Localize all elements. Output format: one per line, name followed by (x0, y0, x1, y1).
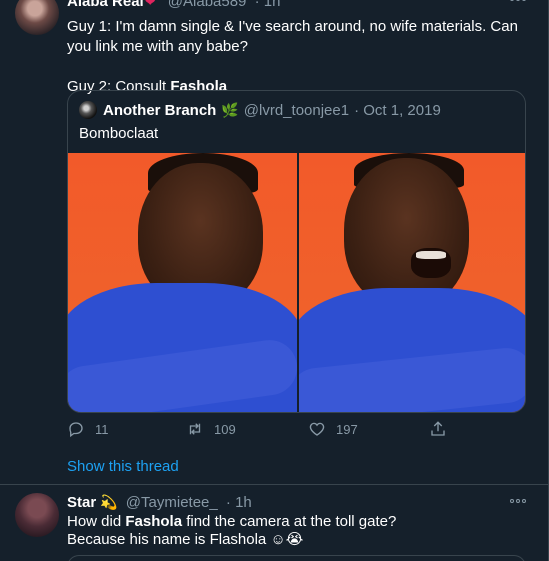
quoted-tweet-header: Another Branch 🌿 @lvrd_toonjee1 · Oct 1,… (79, 100, 441, 120)
quoted-author-handle: @lvrd_toonjee1 (243, 101, 350, 119)
quoted-date: · Oct 1, 2019 (354, 101, 441, 119)
reply-count: 11 (95, 421, 109, 437)
tweet[interactable]: Alaba Real❤ @Alaba589 · 1h Guy 1: I'm da… (0, 0, 548, 485)
author-handle[interactable]: @Alaba589 (168, 0, 247, 10)
quoted-author-name: Another Branch (103, 101, 217, 119)
media-image-left[interactable] (68, 153, 297, 412)
tweet-text-line: How did Fashola find the camera at the t… (67, 513, 527, 531)
tweet-actions: 11 109 197 (67, 420, 467, 440)
media-image-right[interactable] (298, 153, 525, 412)
author-handle[interactable]: @Taymietee_ (126, 494, 218, 511)
tweet-header: Star 💫 @Taymietee_ · 1h (67, 494, 252, 511)
tweet-time[interactable]: · 1h (255, 0, 281, 10)
quoted-avatar (79, 101, 97, 119)
timeline-feed: Alaba Real❤ @Alaba589 · 1h Guy 1: I'm da… (0, 0, 549, 561)
retweet-button[interactable]: 109 (186, 420, 236, 438)
more-icon[interactable] (510, 498, 528, 504)
tweet-text-line: Because his name is Flashola ☺😭 (67, 531, 304, 548)
tweet-header: Alaba Real❤ @Alaba589 · 1h (67, 0, 281, 10)
text-segment: find the camera at the toll gate? (182, 513, 397, 530)
quoted-tweet[interactable]: Another Branch 🌿 @lvrd_toonjee1 · Oct 1,… (67, 90, 526, 413)
tweet-text: Guy 1: I'm damn single & I've search aro… (67, 17, 532, 97)
show-thread-link[interactable]: Show this thread (67, 458, 179, 475)
more-icon[interactable] (510, 0, 528, 2)
reply-button[interactable]: 11 (67, 420, 109, 438)
retweet-icon (189, 423, 201, 435)
mention-fashola: Fashola (125, 513, 183, 530)
like-count: 197 (336, 421, 358, 437)
reply-icon (69, 422, 83, 438)
avatar[interactable] (15, 0, 59, 35)
retweet-count: 109 (214, 421, 236, 437)
author-name[interactable]: Alaba Real (67, 0, 144, 10)
heart-icon (309, 422, 325, 436)
quoted-tweet-preview[interactable] (67, 555, 526, 561)
avatar[interactable] (15, 493, 59, 537)
author-name[interactable]: Star (67, 494, 96, 511)
herb-emoji: 🌿 (221, 101, 239, 118)
dizzy-emoji: 💫 (100, 494, 118, 510)
tweet-text-line: Guy 1: I'm damn single & I've search aro… (67, 18, 518, 55)
quoted-media[interactable] (68, 153, 525, 412)
like-button[interactable]: 197 (308, 420, 358, 438)
quoted-text: Bomboclaat (79, 125, 159, 142)
share-icon (431, 421, 445, 436)
text-segment: How did (67, 513, 126, 530)
heart-emoji: ❤ (144, 0, 156, 9)
tweet[interactable]: Star 💫 @Taymietee_ · 1h How did Fashola f… (0, 486, 548, 561)
share-button[interactable] (429, 420, 447, 438)
tweet-text: How did Fashola find the camera at the t… (67, 513, 527, 549)
tweet-time[interactable]: · 1h (226, 494, 252, 511)
